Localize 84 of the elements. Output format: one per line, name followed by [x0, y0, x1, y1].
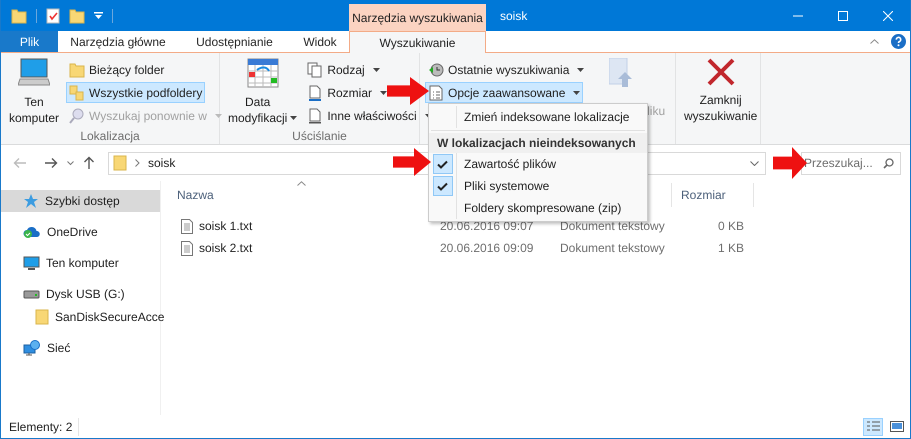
- sort-ascending-icon: [297, 181, 306, 186]
- ribbon-large-button[interactable]: Ten komputer: [6, 53, 62, 127]
- ribbon-button[interactable]: Rodzaj: [304, 59, 383, 80]
- forward-icon[interactable]: [44, 157, 58, 169]
- column-header[interactable]: Rozmiar: [671, 183, 754, 207]
- computer-icon: [23, 256, 40, 270]
- context-tab-header: Narzędzia wyszukiwania: [349, 4, 486, 31]
- chevron-icon: [135, 159, 140, 167]
- group-label: Uściślanie: [291, 128, 348, 144]
- item-count: Elementy: 2: [1, 418, 80, 436]
- file-type-icon: [307, 62, 324, 78]
- options-list-icon: [428, 84, 444, 100]
- table-cell-text: 0 KB: [716, 218, 745, 235]
- menu-item[interactable]: Foldery skompresowane (zip): [429, 197, 647, 219]
- ribbon-button[interactable]: Rozmiar: [304, 82, 390, 103]
- navigation-item[interactable]: Dysk USB (G:): [1, 283, 160, 305]
- collapse-ribbon-icon[interactable]: [870, 39, 879, 44]
- pointer-arrow: [773, 147, 807, 179]
- navigation-item[interactable]: OneDrive: [1, 221, 160, 243]
- checkmark-icon: [437, 160, 448, 168]
- table-cell-text: 20.06.2016 09:09: [439, 240, 534, 257]
- ribbon-tab[interactable]: Wyszukiwanie: [349, 31, 486, 53]
- file-name[interactable]: soisk 2.txt: [199, 239, 252, 257]
- maximize-icon[interactable]: [838, 10, 848, 20]
- cloud-icon: [23, 225, 41, 239]
- window-title: soisk: [500, 8, 528, 24]
- menu-item[interactable]: Zawartość plików: [429, 153, 647, 175]
- magnifier-icon: [69, 108, 86, 124]
- close-icon[interactable]: [882, 10, 892, 20]
- computer-icon: [18, 58, 50, 88]
- ribbon-button[interactable]: Opcje zaawansowane: [425, 82, 584, 103]
- ribbon-button[interactable]: Ostatnie wyszukiwania: [425, 59, 588, 80]
- network-icon: [23, 340, 41, 356]
- group-label: Lokalizacja: [79, 128, 141, 144]
- folder-icon: [113, 155, 127, 171]
- drive-icon: [23, 288, 40, 300]
- close-search-button[interactable]: Zamknij wyszukiwanie: [681, 53, 760, 127]
- ribbon-tab[interactable]: Plik: [1, 31, 58, 52]
- text-file-icon: [181, 218, 193, 234]
- ribbon-tab[interactable]: Udostępnianie: [178, 31, 291, 52]
- breadcrumb[interactable]: soisk: [148, 154, 176, 172]
- column-header[interactable]: Nazwa: [171, 183, 431, 207]
- checkmark-icon: [437, 182, 448, 190]
- document-icon: [307, 108, 324, 124]
- text-file-icon: [181, 240, 193, 256]
- ribbon-large-button[interactable]: Data modyfikacji: [225, 53, 300, 127]
- calendar-icon: [246, 58, 279, 88]
- star-icon: [23, 193, 39, 209]
- ribbon-button[interactable]: Bieżący folder: [66, 59, 168, 80]
- up-icon[interactable]: [83, 156, 95, 170]
- help-icon[interactable]: [891, 34, 906, 49]
- search-icon: [883, 158, 894, 168]
- pointer-arrow: [393, 148, 431, 176]
- folder-icon: [35, 309, 49, 325]
- menu-item[interactable]: Zmień indeksowane lokalizacje: [429, 106, 647, 128]
- menu-section-header: W lokalizacjach nieindeksowanych: [429, 133, 647, 153]
- file-size-icon: [307, 84, 324, 100]
- ribbon-tab[interactable]: Narzędzia główne: [58, 31, 178, 52]
- preview-view-icon: [889, 419, 905, 434]
- menu-item[interactable]: Pliki systemowe: [429, 175, 647, 197]
- properties-icon[interactable]: [46, 8, 60, 24]
- navigation-item[interactable]: Sieć: [1, 337, 160, 359]
- new-folder-icon[interactable]: [69, 8, 85, 24]
- ribbon-tab[interactable]: Widok: [291, 31, 349, 52]
- subfolders-icon: [69, 84, 86, 100]
- folder-icon: [69, 62, 86, 78]
- ribbon-button[interactable]: Wszystkie podfoldery: [66, 82, 206, 103]
- recent-locations-icon[interactable]: [67, 160, 74, 166]
- table-cell-text: Dokument tekstowy: [559, 240, 666, 257]
- upload-icon: [609, 58, 634, 88]
- table-cell-text: 1 KB: [716, 240, 745, 257]
- navigation-item[interactable]: Ten komputer: [1, 252, 160, 274]
- search-field[interactable]: Przeszukaj...: [801, 152, 901, 174]
- navigation-item[interactable]: Szybki dostęp: [1, 190, 160, 212]
- table-cell-text: Dokument tekstowy: [559, 218, 666, 235]
- view-button[interactable]: [863, 418, 883, 436]
- folder-icon[interactable]: [11, 8, 27, 24]
- pointer-arrow: [387, 77, 429, 105]
- close-search-icon: [706, 58, 736, 86]
- table-cell-text: 20.06.2016 09:07: [439, 218, 534, 235]
- customize-dropdown-icon[interactable]: [94, 12, 103, 20]
- recent-searches-icon: [428, 62, 444, 78]
- history-dropdown-icon[interactable]: [750, 160, 759, 166]
- file-name[interactable]: soisk 1.txt: [199, 217, 252, 235]
